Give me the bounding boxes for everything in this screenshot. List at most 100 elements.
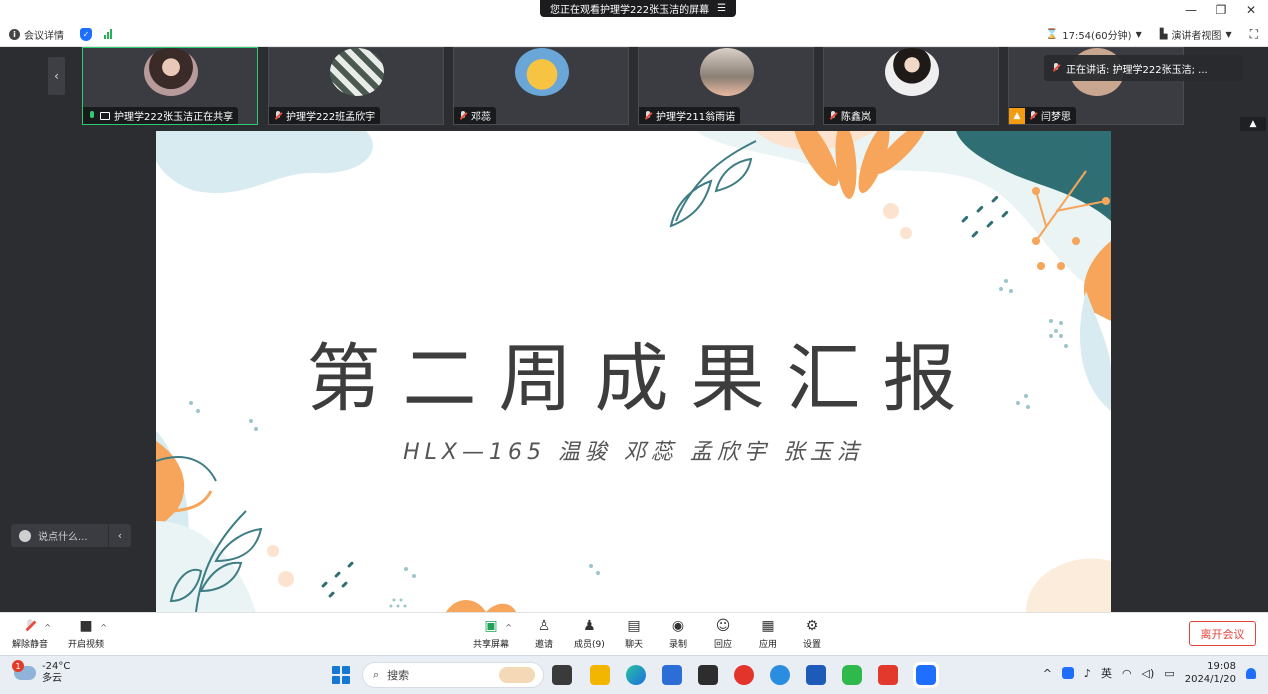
notification-bell-icon[interactable] — [1246, 667, 1256, 679]
store-icon[interactable] — [662, 665, 682, 685]
participant-name: 闫梦思 — [1041, 112, 1071, 123]
participant-nameplate: 陈鑫岚 — [824, 107, 876, 124]
view-mode-button[interactable]: ▙ 演讲者视图 ▼ — [1160, 27, 1232, 42]
record-button[interactable]: ◉ 录制 — [669, 617, 687, 650]
microphone-muted-icon — [459, 110, 467, 121]
edge-browser-icon[interactable] — [626, 665, 646, 685]
participant-tile[interactable]: 邓蕊 — [453, 47, 629, 125]
meeting-info-button[interactable]: i 会议详情 — [9, 27, 64, 42]
chat-quick-input[interactable]: 说点什么... ‹ — [11, 524, 131, 547]
chevron-left-icon[interactable]: ‹ — [109, 529, 131, 542]
chevron-up-icon[interactable]: ^ — [100, 623, 107, 632]
microphone-muted-icon — [274, 110, 282, 121]
taskbar-search[interactable]: ⌕ 搜索 — [362, 662, 544, 688]
speaking-indicator: 正在讲话: 护理学222张玉洁; ... — [1044, 55, 1242, 81]
participant-nameplate: 护理学222张玉洁正在共享 — [83, 107, 239, 124]
word-icon[interactable] — [806, 665, 826, 685]
host-icon: ▲ — [1009, 107, 1025, 124]
meeting-info-label: 会议详情 — [24, 30, 64, 42]
participant-tile[interactable]: 护理学211翁雨诺 — [638, 47, 814, 125]
participant-tile[interactable]: 陈鑫岚 — [823, 47, 999, 125]
menu-icon[interactable]: ☰ — [717, 3, 726, 14]
minimize-button[interactable]: — — [1184, 3, 1198, 17]
app-cube-icon[interactable] — [698, 665, 718, 685]
window-controls: — ❐ ✕ — [1184, 3, 1258, 17]
timer-label: 17:54(60分钟) — [1062, 31, 1132, 42]
apps-button[interactable]: ▦ 应用 — [759, 617, 777, 650]
windows-start-icon[interactable] — [332, 666, 350, 684]
input-method-indicator[interactable]: 英 — [1101, 665, 1112, 681]
file-explorer-icon[interactable] — [590, 665, 610, 685]
tray-app-icon[interactable] — [1061, 667, 1074, 679]
invite-user-icon: ♙ — [537, 618, 551, 634]
task-view-icon[interactable] — [552, 665, 572, 685]
chevron-up-icon[interactable]: ^ — [1043, 667, 1052, 680]
close-button[interactable]: ✕ — [1244, 3, 1258, 17]
invite-button[interactable]: ♙ 邀请 — [535, 617, 553, 650]
tencent-meeting-icon[interactable] — [913, 662, 939, 688]
netease-music-icon[interactable] — [734, 665, 754, 685]
meeting-controls: ^ 解除静音 ■ ^ 开启视频 ▣ ^ 共享屏幕 ♙ 邀请 ♟ 成员(9) ▤ 聊天… — [0, 612, 1268, 655]
wps-icon[interactable] — [878, 665, 898, 685]
microphone-icon — [88, 110, 96, 121]
avatar — [144, 48, 198, 96]
clock[interactable]: 19:08 2024/1/20 — [1185, 660, 1236, 686]
windows-taskbar: 1 -24°C 多云 ⌕ 搜索 ^ ♪ 英 ◠ ◁) ▭ 19:08 2024/… — [0, 655, 1268, 694]
window-titlebar: 您正在观看护理学222张玉洁的屏幕 ☰ — ❐ ✕ — [0, 0, 1268, 22]
microphone-icon[interactable]: ♪ — [1084, 667, 1091, 680]
strip-prev-button[interactable]: ‹ — [48, 57, 65, 95]
members-button[interactable]: ♟ 成员(9) — [574, 617, 605, 650]
notification-badge: 1 — [12, 660, 24, 672]
participant-tile[interactable]: 护理学222班孟欣宇 — [268, 47, 444, 125]
leave-meeting-button[interactable]: 离开会议 — [1189, 621, 1256, 646]
share-banner[interactable]: 您正在观看护理学222张玉洁的屏幕 ☰ — [540, 0, 737, 17]
emoji-icon[interactable] — [19, 529, 31, 542]
avatar — [700, 48, 754, 96]
chevron-down-icon: ▼ — [1225, 30, 1232, 39]
chat-placeholder: 说点什么... — [38, 532, 88, 543]
members-icon: ♟ — [583, 618, 596, 634]
view-mode-label: 演讲者视图 — [1171, 31, 1222, 42]
chevron-up-icon[interactable]: ^ — [505, 623, 512, 632]
participant-name: 护理学222班孟欣宇 — [286, 112, 376, 123]
participant-name: 陈鑫岚 — [841, 112, 871, 123]
collapse-strip-button[interactable]: ▲ — [1240, 117, 1266, 131]
fullscreen-icon[interactable]: ⛶ — [1250, 27, 1258, 42]
reactions-button[interactable]: ☺ 回应 — [714, 617, 732, 650]
start-video-label: 开启视频 — [68, 640, 105, 650]
apps-label: 应用 — [759, 640, 778, 650]
camera-off-icon: ■ ^ — [79, 618, 107, 634]
cloud-icon: 1 — [12, 660, 36, 680]
time: 19:08 — [1207, 661, 1236, 672]
chevron-down-icon: ▼ — [1135, 30, 1142, 39]
weather-widget[interactable]: 1 -24°C 多云 — [12, 660, 70, 685]
layout-icon: ▙ — [1159, 29, 1168, 40]
volume-icon[interactable]: ◁) — [1142, 667, 1155, 680]
settings-button[interactable]: ⚙ 设置 — [803, 617, 821, 650]
participant-name: 邓蕊 — [471, 112, 491, 123]
participant-nameplate: ▲ 闫梦思 — [1009, 107, 1076, 124]
info-icon: i — [9, 28, 20, 40]
meeting-timer[interactable]: ⌛ 17:54(60分钟) ▼ — [1046, 27, 1142, 42]
settings-label: 设置 — [803, 640, 822, 650]
security-shield-icon[interactable]: ✓ — [80, 27, 92, 41]
apps-grid-icon: ▦ — [761, 618, 775, 634]
microphone-muted-icon — [829, 110, 837, 121]
wechat-icon[interactable] — [842, 665, 862, 685]
browser-icon[interactable] — [770, 665, 790, 685]
shared-screen-slide: 第二周成果汇报 HLX—165 温骏 邓蕊 孟欣宇 张玉洁 — [156, 131, 1111, 612]
participant-strip: ‹ 护理学222张玉洁正在共享 护理学222班孟欣宇 邓蕊 护理学211翁雨诺 — [0, 47, 1268, 131]
participant-nameplate: 邓蕊 — [454, 107, 496, 124]
share-screen-button[interactable]: ▣ ^ 共享屏幕 — [473, 617, 512, 650]
network-signal-icon[interactable] — [104, 29, 112, 39]
record-icon: ◉ — [671, 618, 685, 634]
search-highlight-icon — [499, 667, 535, 683]
unmute-button[interactable]: ^ 解除静音 — [12, 617, 51, 650]
battery-icon[interactable]: ▭ — [1164, 667, 1174, 680]
chat-button[interactable]: ▤ 聊天 — [625, 617, 643, 650]
start-video-button[interactable]: ■ ^ 开启视频 — [68, 617, 107, 650]
participant-tile[interactable]: 护理学222张玉洁正在共享 — [82, 47, 258, 125]
restore-button[interactable]: ❐ — [1214, 3, 1228, 17]
chevron-up-icon[interactable]: ^ — [44, 623, 51, 632]
wifi-icon[interactable]: ◠ — [1122, 667, 1132, 680]
